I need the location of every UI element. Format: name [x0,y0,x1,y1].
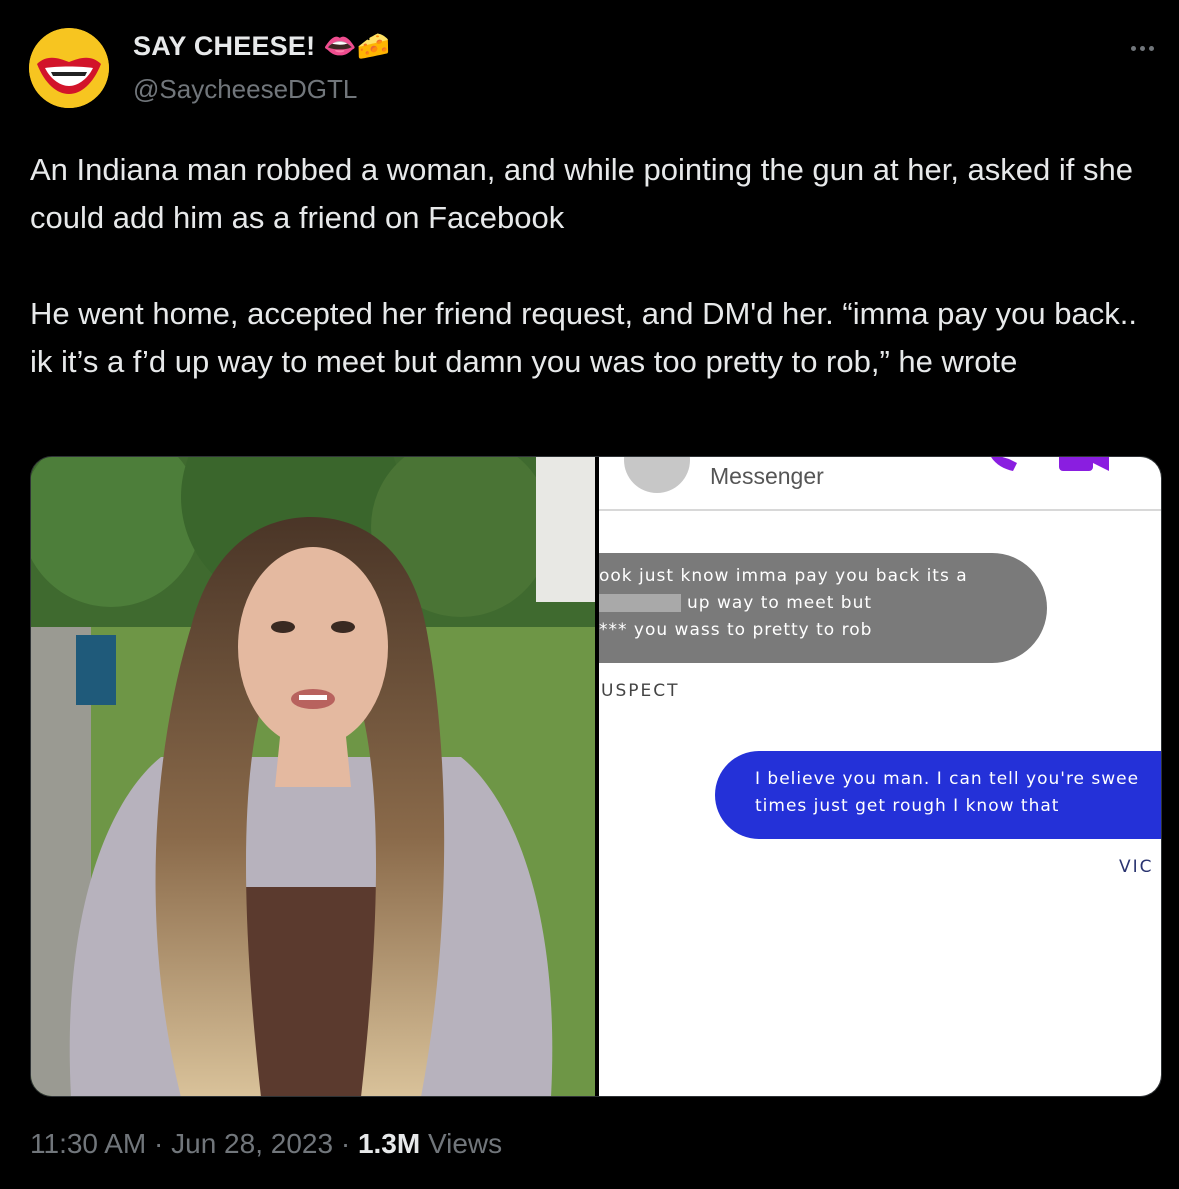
tweet-media[interactable]: Messenger ook just know imma pay you bac… [30,456,1162,1097]
suspect-message-bubble: ook just know imma pay you back its a up… [599,553,1047,663]
tweet-paragraph-2: He went home, accepted her friend reques… [30,296,1137,379]
meta-separator: · [154,1128,164,1159]
meta-separator: · [340,1128,351,1159]
messenger-screenshot[interactable]: Messenger ook just know imma pay you bac… [599,457,1161,1096]
messenger-header: Messenger [599,457,1161,511]
victim-label: VIC [1119,857,1154,877]
suspect-label: USPECT [601,681,680,701]
dot [1148,45,1154,51]
tweet-date[interactable]: Jun 28, 2023 [171,1128,333,1159]
redacted-word [599,594,681,612]
victim-message-line-2: times just get rough I know that [755,796,1060,816]
suspect-message-line-1: ook just know imma pay you back its a [599,566,968,586]
victim-message-bubble: I believe you man. I can tell you're swe… [715,751,1161,839]
author-avatar[interactable] [29,28,109,108]
messenger-title: Messenger [710,463,824,489]
woman-photo[interactable] [31,457,595,1096]
contact-avatar [624,457,690,493]
victim-message-line-1: I believe you man. I can tell you're swe… [755,769,1140,789]
lips-logo-icon [29,28,109,108]
tweet-time[interactable]: 11:30 AM [30,1128,146,1159]
call-icons [991,457,1109,471]
more-options-icon[interactable] [1124,30,1160,66]
suspect-message-prefix: *** [599,620,628,640]
author-display-name[interactable]: SAY CHEESE! 👄🧀 [133,30,391,62]
dot [1130,45,1136,51]
suspect-message-line-3: you wass to pretty to rob [633,620,873,640]
tweet-text: An Indiana man robbed a woman, and while… [30,146,1150,386]
views-count[interactable]: 1.3M [358,1128,420,1159]
views-label[interactable]: Views [428,1128,502,1159]
suspect-message-line-2: up way to meet but [687,593,873,613]
tweet-paragraph-1: An Indiana man robbed a woman, and while… [30,152,1133,235]
tweet-meta: 11:30 AM · Jun 28, 2023 · 1.3M Views [30,1128,502,1160]
author-handle[interactable]: @SaycheeseDGTL [133,74,357,105]
dot [1139,45,1145,51]
woman-photo-illustration [31,457,595,1096]
